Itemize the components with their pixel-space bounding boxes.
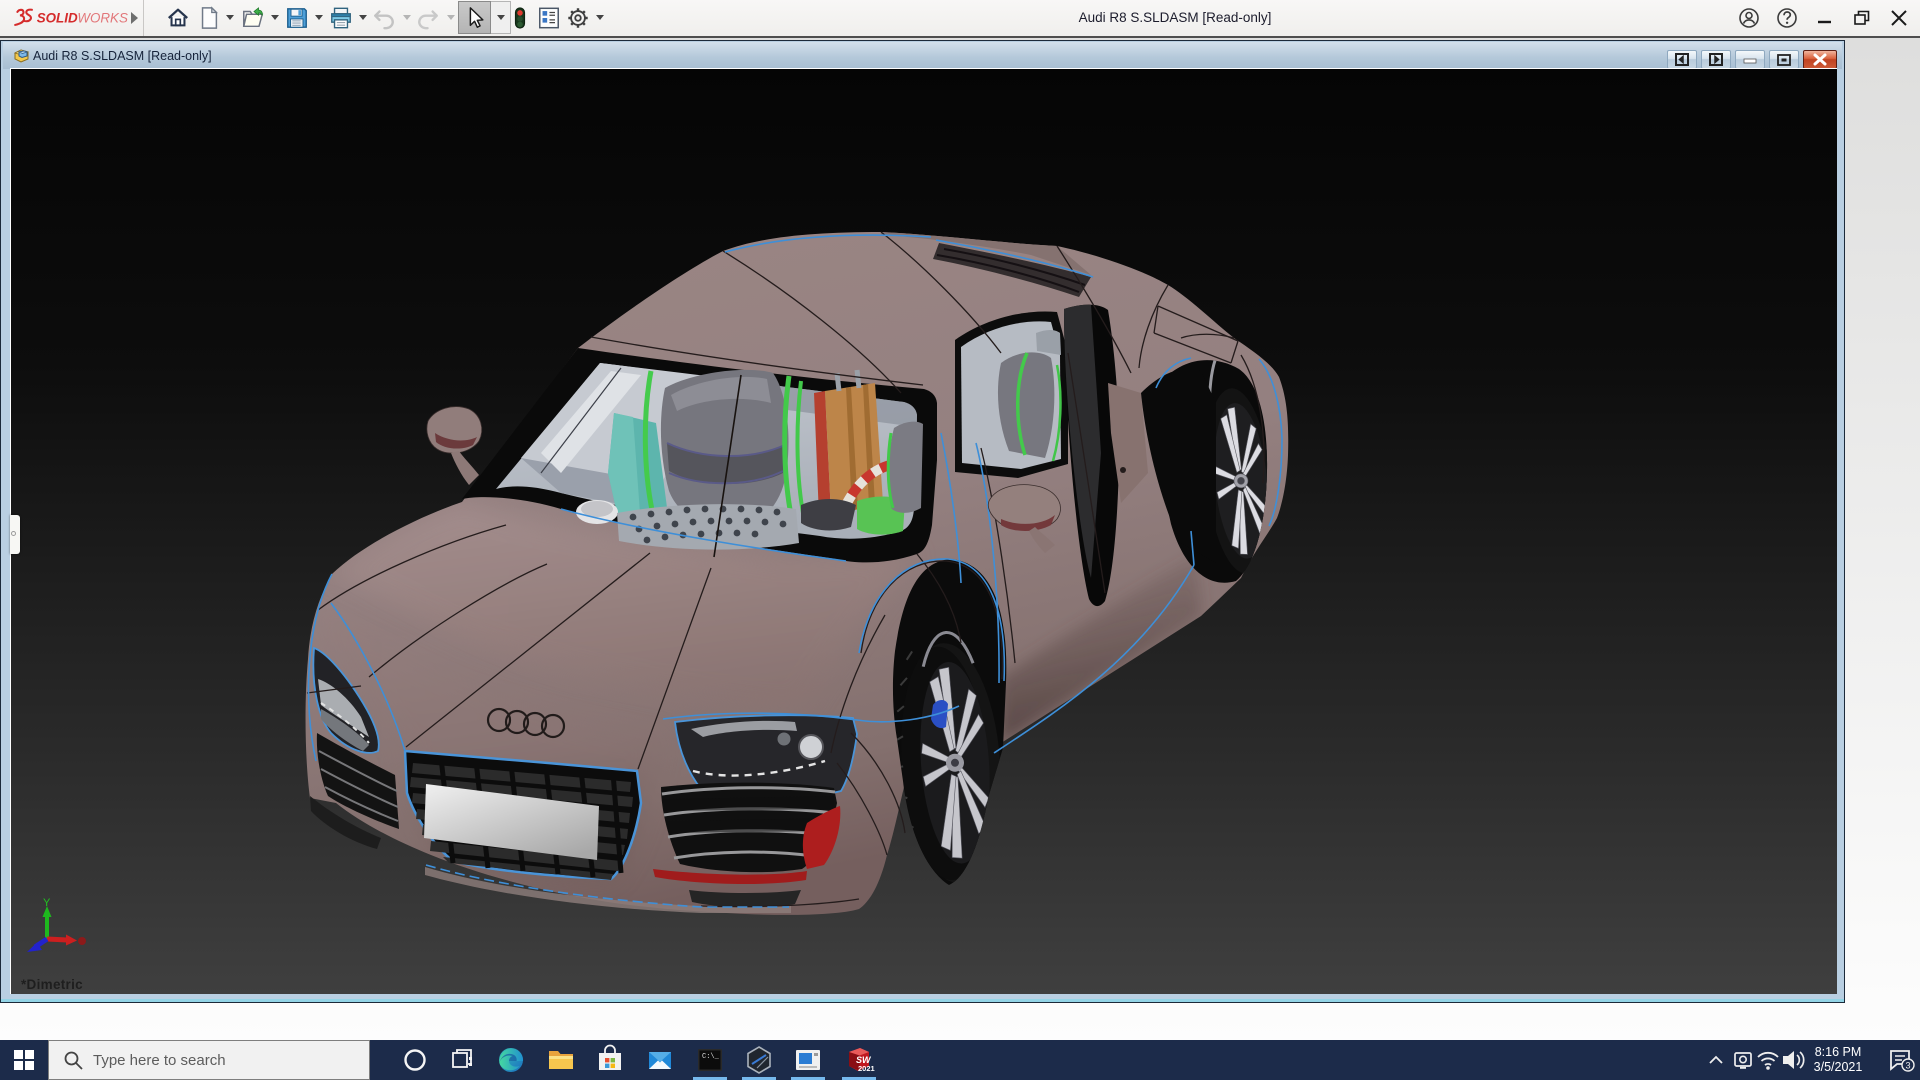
svg-text:2021: 2021 [858,1064,875,1073]
svg-text:3: 3 [1905,1061,1910,1071]
svg-text:C:\_: C:\_ [702,1053,720,1061]
svg-text:SOLID: SOLID [37,11,78,26]
svg-text:WORKS: WORKS [77,11,128,26]
